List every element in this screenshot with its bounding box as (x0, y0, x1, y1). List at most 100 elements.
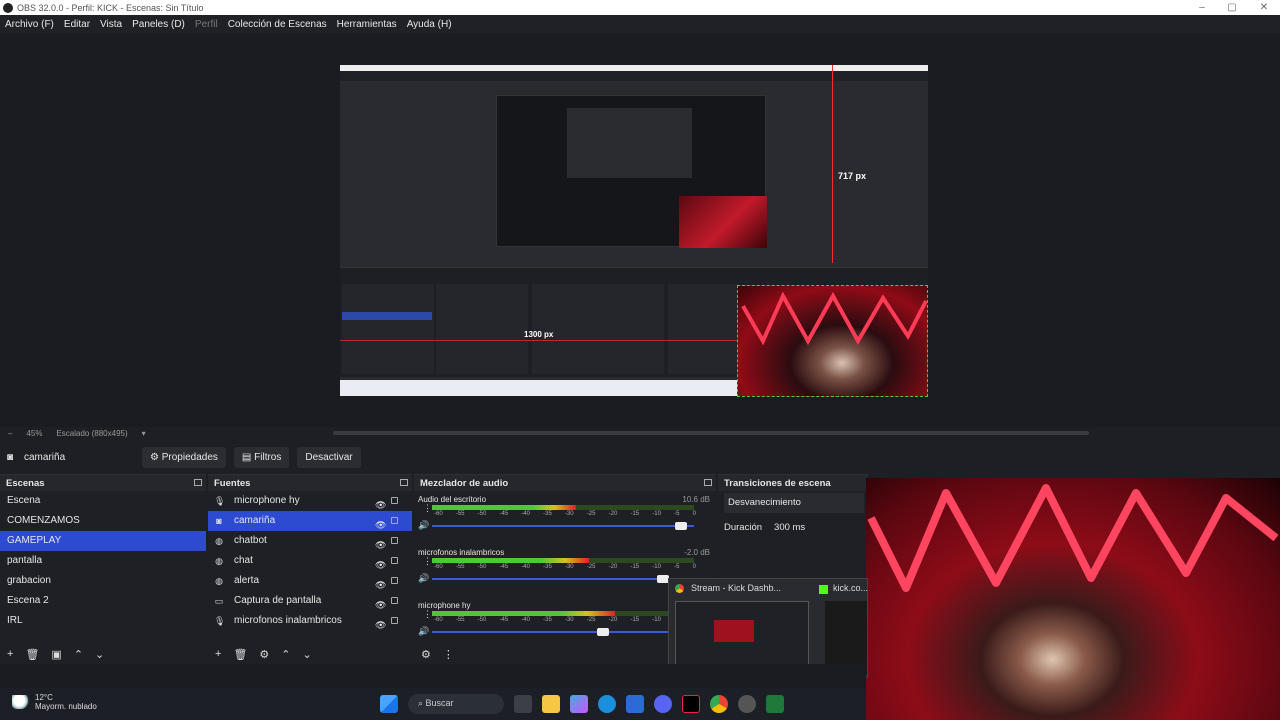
popout-icon[interactable] (194, 479, 202, 486)
source-item[interactable]: ▭ Captura de pantalla 👁 (208, 591, 412, 611)
meter-tick-label: -10 (652, 564, 661, 570)
volume-slider[interactable] (432, 522, 694, 530)
remove-source-icon[interactable]: 🗑 (233, 648, 247, 661)
lock-icon[interactable] (391, 577, 398, 584)
discord-icon[interactable] (654, 695, 672, 713)
taskbar-search[interactable]: ⌕ Buscar (408, 694, 504, 714)
windows-start-icon[interactable] (380, 695, 398, 713)
close-icon[interactable]: ✕ (1248, 0, 1280, 15)
taskbar-thumbnail-popup[interactable]: Stream - Kick Dashb... kick.co... (668, 578, 868, 678)
lock-icon[interactable] (391, 537, 398, 544)
move-down-icon[interactable]: ⌄ (95, 648, 104, 661)
gear-icon[interactable]: ⚙ (259, 648, 269, 661)
level-meter (432, 505, 694, 510)
menu-herramientas[interactable]: Herramientas (332, 19, 402, 30)
popout-icon[interactable] (704, 479, 712, 486)
add-scene-icon[interactable]: + (7, 648, 13, 660)
menu-paneles[interactable]: Paneles (D) (127, 19, 190, 30)
meter-tick-label: -60 (434, 511, 443, 517)
copilot-icon[interactable] (570, 695, 588, 713)
obs-icon[interactable] (738, 695, 756, 713)
volume-knob[interactable] (674, 522, 687, 530)
nested-mixer (532, 284, 664, 374)
thumb-tab-2[interactable]: kick.co... (833, 583, 868, 593)
menu-ayuda[interactable]: Ayuda (H) (402, 19, 457, 30)
weather-widget[interactable]: 12°C Mayorm. nublado (12, 693, 97, 711)
lock-icon[interactable] (391, 597, 398, 604)
advanced-audio-icon[interactable]: ⚙ (421, 648, 431, 661)
menu-coleccion[interactable]: Colección de Escenas (223, 19, 332, 30)
source-toolbar: ◙ camariña ⚙ Propiedades ▤ Filtros Desac… (0, 446, 1280, 468)
source-item[interactable]: ◍ chatbot 👁 (208, 531, 412, 551)
popout-icon[interactable] (400, 479, 408, 486)
lock-icon[interactable] (391, 517, 398, 524)
deactivate-button[interactable]: Desactivar (297, 446, 361, 468)
maximize-icon[interactable]: ▢ (1216, 0, 1248, 15)
scene-item[interactable]: pantalla (0, 551, 206, 571)
channel-menu-icon[interactable]: ⋮ (423, 503, 432, 514)
meter-tick-label: -45 (499, 564, 509, 570)
zoom-out-icon[interactable]: – (8, 429, 12, 438)
volume-slider[interactable] (432, 575, 694, 583)
preview-scrollbar[interactable] (333, 431, 1089, 435)
edge-icon[interactable] (598, 695, 616, 713)
move-up-icon[interactable]: ⌃ (74, 648, 83, 661)
selected-source-name: camariña (24, 451, 66, 463)
duration-input[interactable]: 300 ms (774, 522, 805, 533)
minimize-icon[interactable]: – (1186, 0, 1218, 15)
eye-icon[interactable]: 👁 (375, 615, 386, 635)
meter-tick-label: -35 (543, 564, 552, 570)
move-down-icon[interactable]: ⌄ (303, 648, 312, 661)
scene-item[interactable]: grabacion (0, 571, 206, 591)
source-item[interactable]: 🎙 microphone hy 👁 (208, 491, 412, 511)
mixer-header: Mezclador de audio (414, 475, 716, 491)
scene-item[interactable]: Escena 2 (0, 591, 206, 611)
camera-source-selected[interactable] (737, 285, 928, 397)
source-item-selected[interactable]: ◙ camariña 👁 (208, 511, 412, 531)
source-item[interactable]: ◍ alerta 👁 (208, 571, 412, 591)
chevron-down-icon[interactable]: ▾ (142, 429, 146, 438)
meter-tick-label: -5 (674, 564, 680, 570)
volume-knob[interactable] (597, 628, 609, 636)
volume-slider[interactable] (432, 628, 694, 636)
nested-menubar (340, 71, 928, 81)
add-source-icon[interactable]: + (215, 648, 221, 660)
file-explorer-icon[interactable] (542, 695, 560, 713)
meter-tick-label: -10 (652, 617, 661, 623)
speaker-icon[interactable]: 🔊 (418, 626, 429, 637)
speaker-icon[interactable]: 🔊 (418, 573, 429, 584)
properties-button[interactable]: ⚙ Propiedades (142, 446, 226, 468)
menu-archivo[interactable]: Archivo (F) (0, 19, 59, 30)
menu-vista[interactable]: Vista (95, 19, 127, 30)
remove-scene-icon[interactable]: 🗑 (25, 648, 39, 661)
scene-item[interactable]: COMENZAMOS (0, 511, 206, 531)
store-icon[interactable] (626, 695, 644, 713)
scaling-label[interactable]: Escalado (880x495) (56, 429, 127, 438)
move-up-icon[interactable]: ⌃ (281, 648, 290, 661)
filter-icon[interactable]: ▣ (51, 648, 61, 661)
menu-editar[interactable]: Editar (59, 19, 95, 30)
menu-perfil[interactable]: Perfil (190, 19, 223, 30)
lock-icon[interactable] (391, 557, 398, 564)
microphone-icon: 🎙 (214, 616, 226, 626)
filters-button[interactable]: ▤ Filtros (233, 446, 290, 468)
lock-icon[interactable] (391, 617, 398, 624)
excel-icon[interactable] (766, 695, 784, 713)
transition-select[interactable]: Desvanecimiento (724, 493, 864, 513)
speaker-icon[interactable]: 🔊 (418, 520, 429, 531)
scene-item[interactable]: IRL (0, 611, 206, 631)
scene-item-selected[interactable]: GAMEPLAY (0, 531, 206, 551)
taskbar-icons: ⌕ Buscar (380, 694, 784, 714)
meter-tick-label: -60 (434, 617, 443, 623)
scene-item[interactable]: Escena (0, 491, 206, 511)
chrome-icon[interactable] (710, 695, 728, 713)
source-item[interactable]: 🎙 microfonos inalambricos 👁 (208, 611, 412, 631)
zoom-level[interactable]: 45% (26, 429, 42, 438)
task-view-icon[interactable] (514, 695, 532, 713)
more-options-icon[interactable]: ⋮ (443, 648, 454, 661)
channel-menu-icon[interactable]: ⋮ (423, 609, 432, 620)
channel-menu-icon[interactable]: ⋮ (423, 556, 432, 567)
tiktok-icon[interactable] (682, 695, 700, 713)
source-item[interactable]: ◍ chat 👁 (208, 551, 412, 571)
lock-icon[interactable] (391, 497, 398, 504)
